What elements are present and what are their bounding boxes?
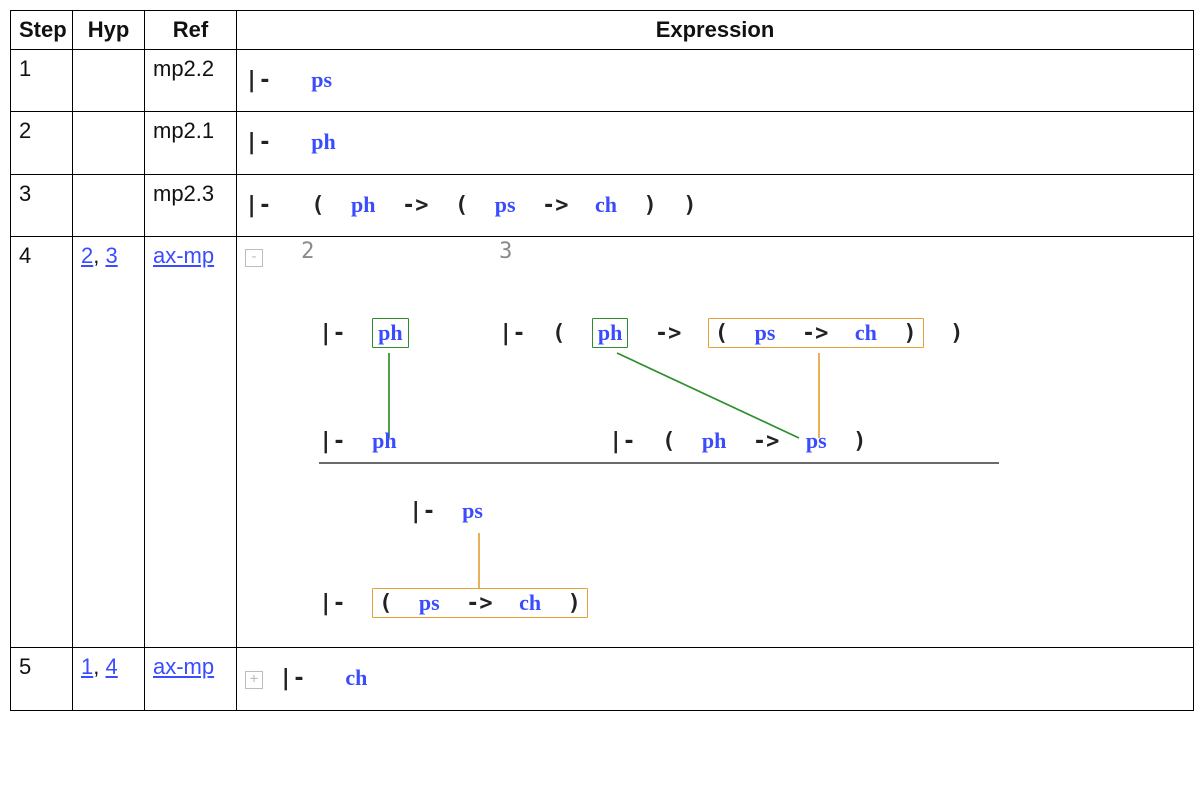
step-cell: 3 [11,174,73,236]
step-cell: 2 [11,112,73,174]
turnstile: |- [245,130,272,155]
expr-cell: |- ph [237,112,1194,174]
ref-cell: mp2.1 [145,112,237,174]
expr-cell: |- ps [237,50,1194,112]
header-step: Step [11,11,73,50]
turnstile: |- [319,429,346,454]
proof-diagram: 2 3 |- ph |- ( ph -> ( [279,243,1039,633]
hyp-cell [73,174,145,236]
diagram-label: 2 [301,239,314,264]
boxed-ph: ph [592,318,628,348]
turnstile: |- [319,321,346,346]
header-ref: Ref [145,11,237,50]
boxed-ph: ph [372,318,408,348]
header-row: Step Hyp Ref Expression [11,11,1194,50]
ref-link[interactable]: ax-mp [153,654,214,679]
ref-link[interactable]: ax-mp [153,243,214,268]
boxed-ps-ch: ( ps -> ch ) [372,588,588,618]
header-hyp: Hyp [73,11,145,50]
hyp-link[interactable]: 2 [81,243,93,268]
proof-table: Step Hyp Ref Expression 1 mp2.2 |- ps 2 … [10,10,1194,711]
wff-ph: ph [311,129,335,154]
hyp-link[interactable]: 1 [81,654,93,679]
lparen: ( [455,193,468,218]
turnstile: |- [319,591,346,616]
turnstile: |- [499,321,526,346]
turnstile: |- [279,666,306,691]
comma: , [93,243,105,268]
ref-cell: ax-mp [145,648,237,710]
comma: , [93,654,105,679]
expr-cell: |- ( ph -> ( ps -> ch ) ) [237,174,1194,236]
wff-ph: ph [351,192,375,217]
turnstile: |- [409,499,436,524]
expand-toggle[interactable]: + [245,671,263,689]
hyp-cell [73,50,145,112]
hyp-link[interactable]: 4 [105,654,117,679]
collapse-toggle[interactable]: - [245,249,263,267]
boxed-ps-ch: ( ps -> ch ) [708,318,924,348]
expr-cell: - 2 3 [237,237,1194,648]
hyp-link[interactable]: 3 [105,243,117,268]
step-cell: 4 [11,237,73,648]
arrow: -> [402,193,429,218]
lparen: ( [311,193,324,218]
hyp-cell: 1, 4 [73,648,145,710]
step-cell: 1 [11,50,73,112]
hyp-cell [73,112,145,174]
diagram-label: 3 [499,239,512,264]
turnstile: |- [245,68,272,93]
header-expr: Expression [237,11,1194,50]
ref-cell: mp2.3 [145,174,237,236]
rparen: ) [683,193,696,218]
table-row: 5 1, 4 ax-mp + |- ch [11,648,1194,710]
table-row: 2 mp2.1 |- ph [11,112,1194,174]
wff-ps: ps [311,67,332,92]
step-cell: 5 [11,648,73,710]
wff-ps: ps [495,192,516,217]
table-row: 1 mp2.2 |- ps [11,50,1194,112]
wff-ch: ch [595,192,617,217]
turnstile: |- [245,193,272,218]
rparen: ) [644,193,657,218]
ref-cell: mp2.2 [145,50,237,112]
ref-cell: ax-mp [145,237,237,648]
expr-cell: + |- ch [237,648,1194,710]
hyp-cell: 2, 3 [73,237,145,648]
table-row: 3 mp2.3 |- ( ph -> ( ps -> ch ) ) [11,174,1194,236]
arrow: -> [542,193,569,218]
wff-ch: ch [345,665,367,690]
turnstile: |- [609,429,636,454]
table-row: 4 2, 3 ax-mp - [11,237,1194,648]
